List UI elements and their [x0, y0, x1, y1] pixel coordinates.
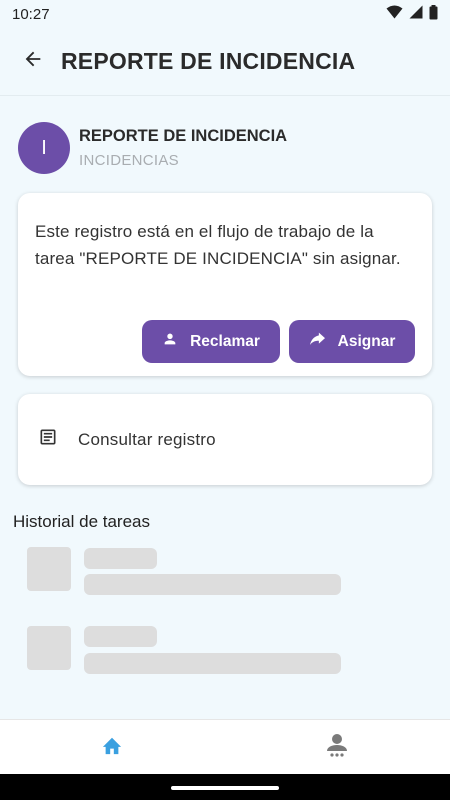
record-title: REPORTE DE INCIDENCIA — [79, 127, 288, 145]
status-bar: 10:27 — [0, 0, 450, 28]
signal-icon — [409, 5, 423, 23]
page-title: REPORTE DE INCIDENCIA — [61, 48, 356, 74]
nav-home[interactable] — [82, 720, 142, 775]
skeleton-line-short — [84, 626, 157, 647]
app-bar: REPORTE DE INCIDENCIA — [0, 28, 450, 96]
assign-button[interactable]: Asignar — [289, 320, 415, 363]
skeleton-line-long — [84, 653, 341, 674]
back-button[interactable] — [13, 42, 53, 82]
gesture-handle[interactable] — [171, 786, 279, 790]
user-menu-icon — [326, 733, 348, 762]
claim-label: Reclamar — [190, 332, 260, 350]
wifi-icon — [386, 5, 403, 23]
consult-record-card[interactable]: Consultar registro — [18, 394, 432, 485]
status-time: 10:27 — [12, 5, 50, 23]
system-gesture-bar — [0, 774, 450, 800]
status-icons — [386, 4, 438, 24]
record-header: I REPORTE DE INCIDENCIA INCIDENCIAS — [18, 122, 287, 174]
forward-arrow-icon — [309, 332, 326, 352]
workflow-actions: Reclamar Asignar — [142, 320, 415, 363]
skeleton-avatar — [27, 547, 71, 591]
arrow-left-icon — [22, 48, 44, 75]
person-icon — [162, 331, 178, 352]
document-icon — [38, 427, 58, 452]
consult-record-label: Consultar registro — [78, 429, 216, 449]
skeleton-line-short — [84, 548, 157, 569]
nav-user-menu[interactable] — [307, 720, 367, 775]
battery-icon — [429, 4, 438, 24]
workflow-card: Este registro está en el flujo de trabaj… — [18, 193, 432, 376]
home-icon — [101, 735, 123, 760]
history-title: Historial de tareas — [13, 512, 151, 531]
workflow-message: Este registro está en el flujo de trabaj… — [35, 222, 401, 268]
skeleton-line-long — [84, 574, 341, 595]
claim-button[interactable]: Reclamar — [142, 320, 280, 363]
record-subtitle: INCIDENCIAS — [79, 152, 179, 169]
skeleton-avatar — [27, 626, 71, 670]
avatar: I — [18, 122, 70, 174]
assign-label: Asignar — [337, 332, 396, 350]
bottom-navigation — [0, 719, 450, 775]
